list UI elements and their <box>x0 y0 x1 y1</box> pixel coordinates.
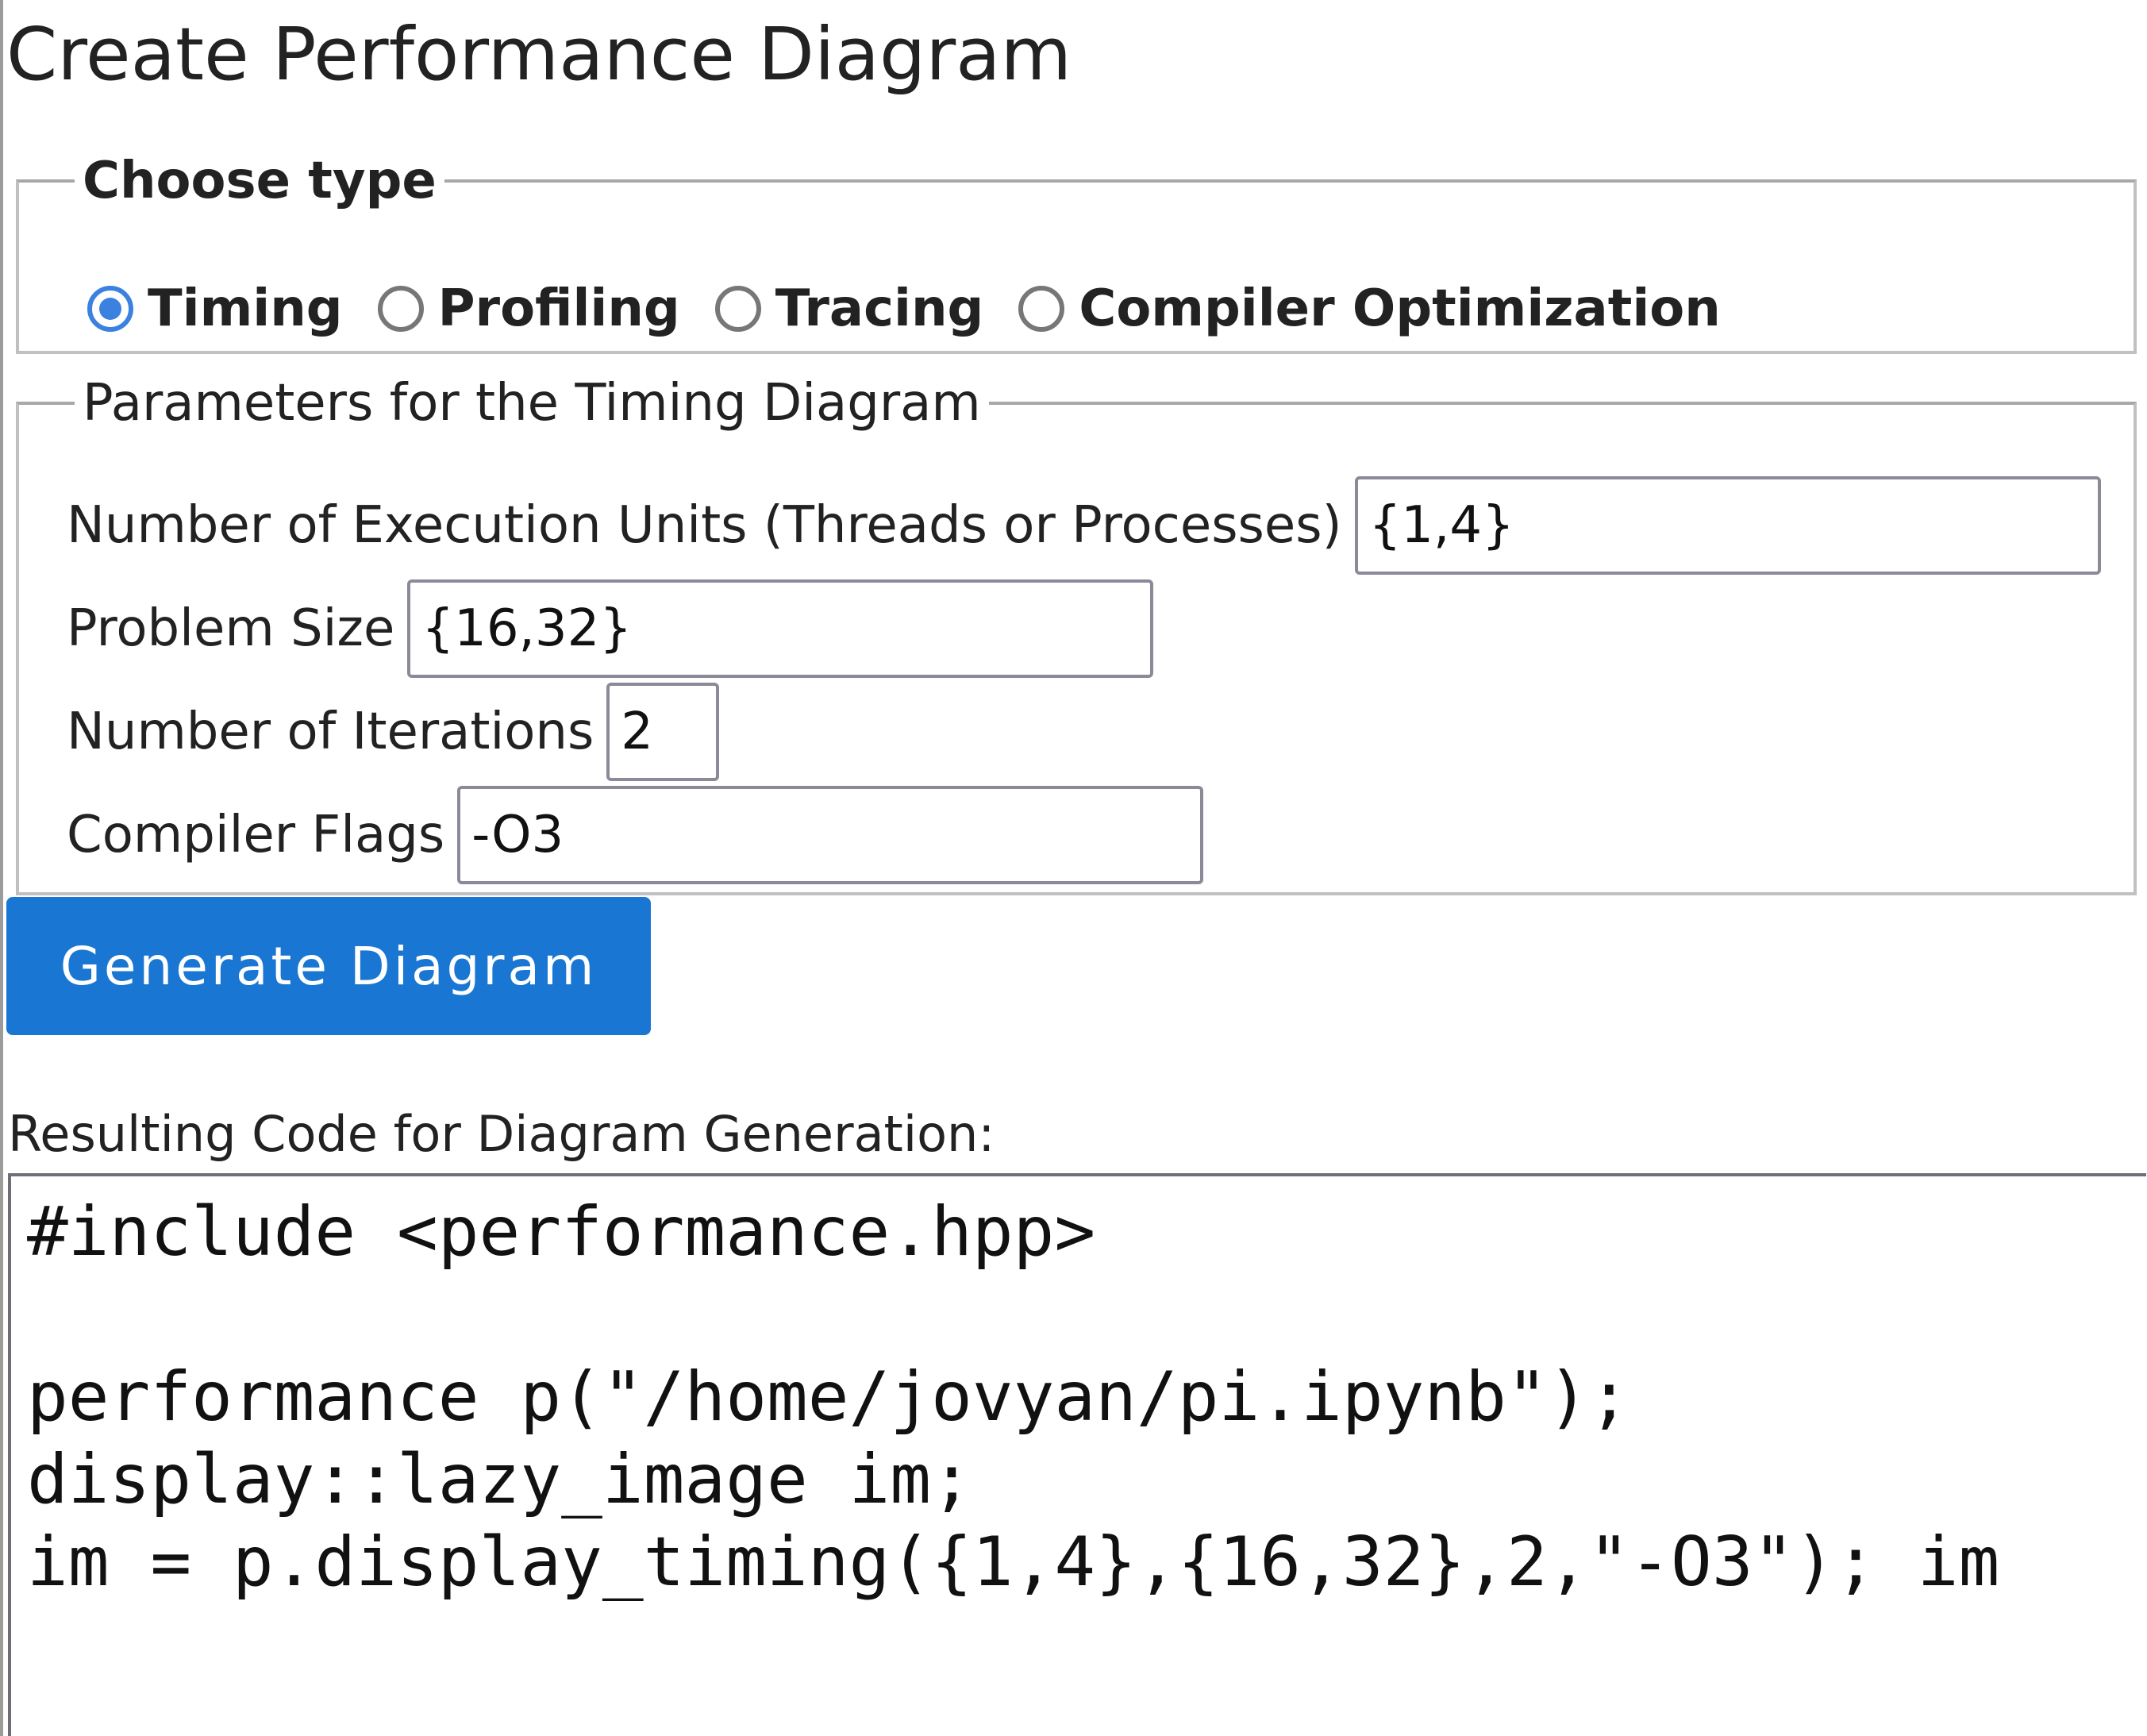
compiler-flags-label: Compiler Flags <box>67 806 445 864</box>
page-title: Create Performance Diagram <box>6 12 1072 97</box>
type-radio-group: Timing Profiling Tracing Compiler Optimi… <box>87 273 1756 345</box>
radio-option-profiling[interactable]: Profiling <box>377 279 680 338</box>
radio-profiling[interactable] <box>377 286 424 332</box>
radio-compiler-optimization[interactable] <box>1018 286 1065 332</box>
radio-label-compiler-optimization: Compiler Optimization <box>1079 279 1721 338</box>
iterations-label: Number of Iterations <box>67 702 594 761</box>
radio-label-tracing: Tracing <box>775 279 984 338</box>
radio-option-timing[interactable]: Timing <box>87 279 343 338</box>
problem-size-label: Problem Size <box>67 599 395 658</box>
radio-option-compiler-optimization[interactable]: Compiler Optimization <box>1018 279 1721 338</box>
type-fieldset: Choose type Timing Profiling Tracing Com… <box>16 156 2137 354</box>
radio-label-timing: Timing <box>148 279 343 338</box>
generate-diagram-button[interactable]: Generate Diagram <box>6 897 651 1035</box>
execution-units-input[interactable] <box>1354 476 2101 575</box>
radio-label-profiling: Profiling <box>437 279 680 338</box>
result-code-textarea[interactable]: #include <performance.hpp> performance p… <box>8 1173 2146 1736</box>
notebook-widget-area: Create Performance Diagram Choose type T… <box>0 0 2147 1736</box>
compiler-flags-row: Compiler Flags <box>67 786 1204 884</box>
iterations-input[interactable] <box>606 683 720 781</box>
params-fieldset: Parameters for the Timing Diagram Number… <box>16 378 2137 895</box>
type-legend: Choose type <box>83 152 437 210</box>
problem-size-row: Problem Size <box>67 579 1154 678</box>
radio-tracing[interactable] <box>714 286 761 332</box>
iterations-row: Number of Iterations <box>67 683 720 781</box>
radio-option-tracing[interactable]: Tracing <box>714 279 984 338</box>
params-legend: Parameters for the Timing Diagram <box>83 374 981 433</box>
radio-timing[interactable] <box>87 286 133 332</box>
result-label: Resulting Code for Diagram Generation: <box>8 1105 995 1163</box>
execution-units-row: Number of Execution Units (Threads or Pr… <box>67 476 2101 575</box>
problem-size-input[interactable] <box>407 579 1154 678</box>
execution-units-label: Number of Execution Units (Threads or Pr… <box>67 496 1342 555</box>
compiler-flags-input[interactable] <box>457 786 1204 884</box>
